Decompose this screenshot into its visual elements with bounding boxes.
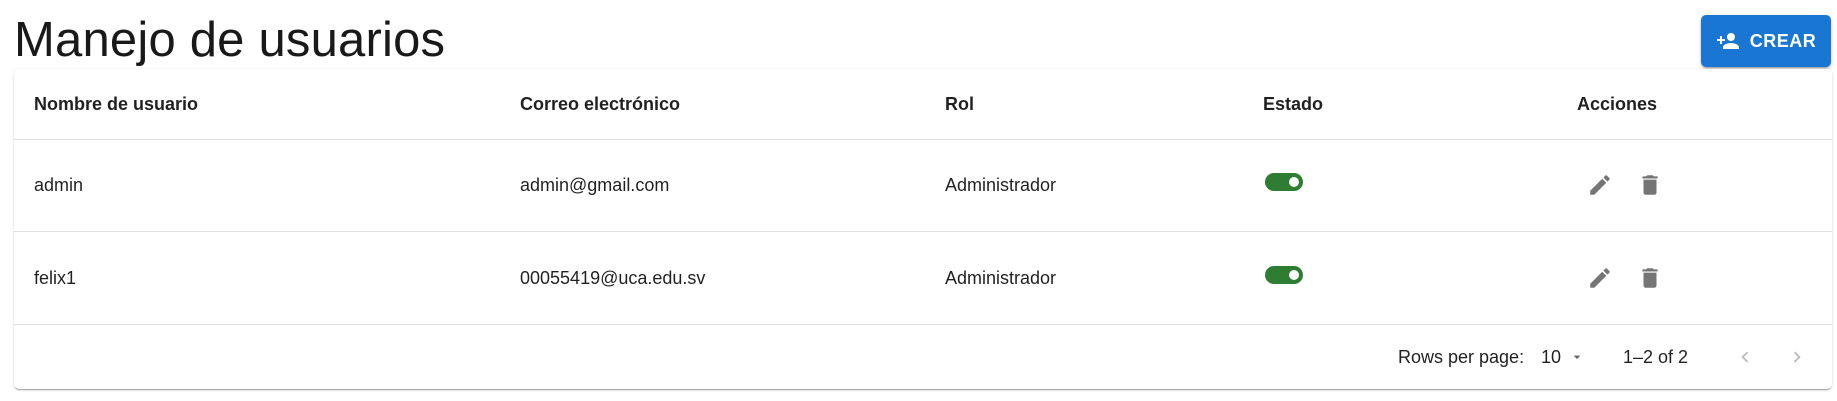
rows-per-page-select[interactable]: 10 (1541, 325, 1585, 389)
status-cell (1263, 139, 1303, 231)
status-toggle[interactable] (1265, 266, 1303, 284)
role-cell: Administrador (945, 174, 1057, 195)
email-cell: admin@gmail.com (520, 174, 670, 195)
rows-per-page-label: Rows per page: (1398, 346, 1525, 367)
column-header-username: Nombre de usuario (34, 93, 199, 114)
email-cell: 00055419@uca.edu.sv (520, 267, 706, 288)
create-button-label: CREAR (1749, 30, 1817, 51)
username-cell: admin (34, 174, 84, 195)
caret-down-icon (1573, 355, 1581, 359)
delete-button[interactable] (1637, 172, 1663, 198)
person-add-icon (1716, 29, 1740, 53)
toggle-thumb (1289, 177, 1299, 187)
actions-cell (1577, 232, 1663, 324)
edit-button[interactable] (1587, 172, 1613, 198)
users-table: Nombre de usuario Correo electrónico Rol… (14, 69, 1832, 389)
table-pagination: Rows per page: 10 1–2 of 2 (14, 325, 1832, 389)
status-cell (1263, 232, 1303, 324)
toggle-thumb (1289, 270, 1299, 280)
role-cell: Administrador (945, 267, 1057, 288)
page-title: Manejo de usuarios (14, 13, 446, 67)
edit-button[interactable] (1587, 265, 1613, 291)
trash-icon (1642, 175, 1658, 195)
username-cell: felix1 (34, 267, 77, 288)
rows-per-page-value: 10 (1541, 346, 1562, 367)
column-header-actions: Acciones (1577, 93, 1658, 114)
pencil-icon (1590, 175, 1610, 195)
pencil-icon (1590, 268, 1610, 288)
user-management-page: Manejo de usuarios CREAR Nombre de usuar… (0, 0, 1837, 401)
table-row: admin admin@gmail.com Administrador (14, 139, 1832, 232)
trash-icon (1642, 268, 1658, 288)
delete-button[interactable] (1637, 265, 1663, 291)
next-page-button[interactable] (1785, 345, 1809, 369)
page-range-text: 1–2 of 2 (1623, 346, 1689, 367)
create-user-button[interactable]: CREAR (1701, 15, 1831, 67)
column-header-status: Estado (1263, 93, 1324, 114)
column-header-email: Correo electrónico (520, 93, 681, 114)
chevron-right-icon (1793, 351, 1801, 363)
previous-page-button[interactable] (1733, 345, 1757, 369)
table-header-row: Nombre de usuario Correo electrónico Rol… (14, 69, 1832, 140)
column-header-role: Rol (945, 93, 974, 114)
actions-cell (1577, 139, 1663, 231)
chevron-left-icon (1741, 351, 1749, 363)
table-row: felix1 00055419@uca.edu.sv Administrador (14, 232, 1832, 325)
status-toggle[interactable] (1265, 173, 1303, 191)
